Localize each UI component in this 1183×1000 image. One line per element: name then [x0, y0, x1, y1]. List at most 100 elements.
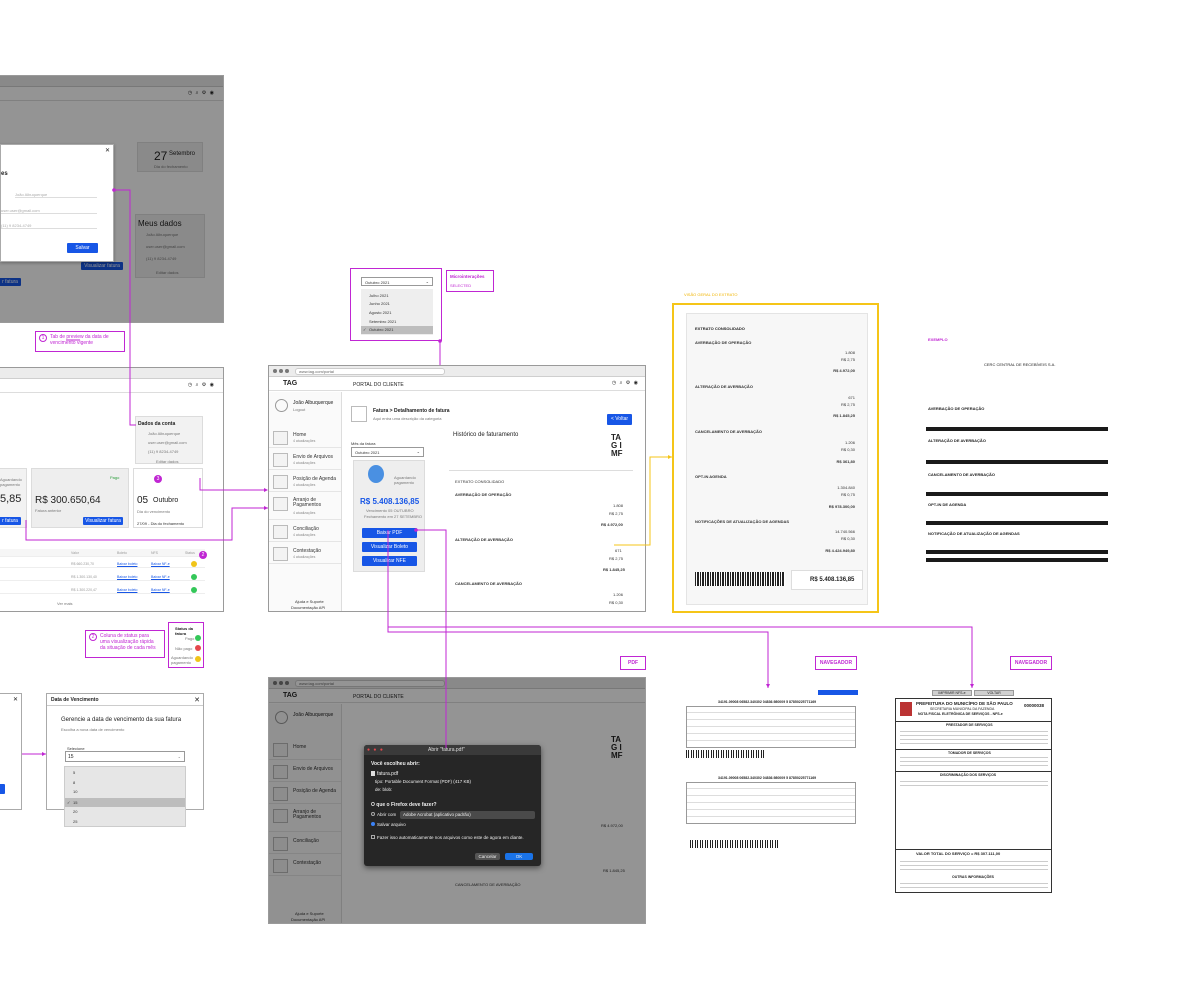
option[interactable]: 5 — [73, 770, 75, 775]
month-option[interactable]: Agosto 2021 — [369, 310, 391, 315]
extrato-doc: EXTRATO CONSOLIDADO AVERBAÇÃO DE OPERAÇÃ… — [686, 313, 868, 605]
account-email: user.user@gmail.com — [148, 440, 187, 445]
api-docs-link[interactable]: Documentação API — [291, 605, 325, 610]
sidebar-item-upload[interactable]: Envio de Arquivos 4 atualizações — [269, 450, 341, 470]
close-icon[interactable]: ✕ — [13, 696, 18, 703]
row-boleto-link[interactable]: Baixar boleto — [117, 588, 137, 592]
month-select[interactable]: Outubro 2021 ⌄ — [361, 277, 433, 286]
month-option-selected[interactable]: ✓ Outubro 2021 — [361, 326, 433, 334]
row-value: R$ 660.230,70 — [71, 562, 94, 566]
option-selected[interactable]: ✓ 15 — [65, 798, 185, 807]
month-select[interactable]: Outubro 2021 ⌄ — [351, 447, 424, 457]
portal-title: PORTAL DO CLIENTE — [353, 694, 404, 700]
sidebar-item-arranjo[interactable]: Arranjo de Pagamentos — [269, 806, 341, 832]
download-pdf-button[interactable]: Baixar PDF — [362, 528, 417, 538]
sidebar-item-contestacao[interactable]: Contestação — [269, 856, 341, 876]
view-nfe-button[interactable]: Visualizar NFE — [362, 556, 417, 566]
due-date-options: 5 8 10 ✓ 15 20 25 — [64, 766, 186, 827]
window-controls[interactable] — [273, 369, 289, 373]
option[interactable]: 10 — [73, 789, 77, 794]
sidebar-item-arranjo[interactable]: Arranjo de Pagamentos 4 atualizações — [269, 494, 341, 520]
row-boleto-link[interactable]: Baixar boleto — [117, 562, 137, 566]
nfe-discr: DISCRIMINAÇÃO DOS SERVIÇOS — [940, 773, 997, 777]
close-icon[interactable]: ✕ — [194, 696, 200, 704]
sidebar-item-agenda[interactable]: Posição de Agenda 4 atualizações — [269, 472, 341, 492]
dispute-icon — [273, 547, 288, 561]
save-button[interactable]: Salvar — [67, 243, 98, 253]
meus-dados-title: Meus dados — [138, 219, 182, 228]
save-file-radio[interactable] — [371, 822, 375, 826]
back-button[interactable]: < Voltar — [607, 414, 632, 425]
month-select-value: Outubro 2021 — [365, 280, 390, 285]
dialog-titlebar: ● ● ● Abrir "fatura.pdf" — [364, 745, 541, 755]
row-nfe-link[interactable]: Baixar NF-e — [151, 588, 170, 592]
option[interactable]: 25 — [73, 819, 77, 824]
toolbar-icons[interactable]: ◷ ⌕ ⚙ ◉ — [188, 382, 215, 388]
row-boleto-link[interactable]: Baixar boleto — [117, 575, 137, 579]
md-edit-link[interactable]: Editar dados — [156, 270, 178, 275]
nfe-lines — [900, 779, 1048, 789]
view-invoice-left-btn[interactable]: r fatura — [0, 517, 21, 525]
boleto-toolbar[interactable] — [818, 690, 858, 695]
help-link[interactable]: Ajuda e Suporte — [295, 911, 324, 916]
amount-left: 5,85 — [0, 493, 22, 505]
edit-data-link[interactable]: Editar dados — [156, 459, 178, 464]
col-status: Status — [185, 551, 195, 555]
row-nfe-link[interactable]: Baixar NF-e — [151, 562, 170, 566]
toolbar-icons[interactable]: ◷ ⌕ ⚙ ◉ — [188, 90, 215, 96]
sidebar-item-home[interactable]: Home 4 atualizações — [269, 428, 341, 448]
view-boleto-button[interactable]: Visualizar Boleto — [362, 542, 417, 552]
help-link[interactable]: Ajuda e Suporte — [295, 599, 324, 604]
date-caption: Dia do fechamento — [154, 164, 188, 169]
view-invoice-left[interactable]: r fatura — [0, 278, 21, 286]
month-options: Julho 2021 Junho 2021 Agosto 2021 Setemb… — [361, 289, 433, 335]
home-icon — [273, 743, 288, 757]
api-docs-link[interactable]: Documentação API — [291, 917, 325, 922]
v: R$ 0,30 — [840, 447, 855, 452]
month-option[interactable]: Junho 2021 — [369, 301, 390, 306]
section-title: ALTERAÇÃO DE AVERBAÇÃO — [455, 537, 513, 542]
nfe-print-button[interactable]: IMPRIMIR NFS-e — [932, 690, 972, 696]
close-icon[interactable]: ✕ — [105, 147, 110, 154]
option[interactable]: 20 — [73, 809, 77, 814]
field-name[interactable]: João Albuquerque — [15, 192, 97, 198]
sidebar-item-agenda[interactable]: Posição de Agenda — [269, 784, 341, 804]
page-icon — [351, 406, 367, 422]
cancel-button[interactable]: Cancelar — [475, 853, 500, 860]
sidebar-item-conciliacao[interactable]: Conciliação — [269, 834, 341, 854]
auto-checkbox[interactable] — [371, 835, 375, 839]
toolbar-icons[interactable]: ◷ ⌕ ⚙ ◉ — [612, 380, 639, 386]
nfe-lines — [900, 881, 1048, 891]
field-email[interactable]: user.user@gmail.com — [1, 208, 97, 214]
sidebar-label: Contestação — [293, 548, 322, 554]
note-preview-tab: 1 Tab de preview da data de vencimento v… — [35, 331, 125, 352]
field-phone[interactable]: (11) 9 8234-4749 — [1, 223, 97, 229]
window-controls[interactable] — [273, 681, 289, 685]
sidebar-item-upload[interactable]: Envio de Arquivos — [269, 762, 341, 782]
sidebar-item-home[interactable]: Home — [269, 740, 341, 760]
nfe-back-button[interactable]: VOLTAR — [974, 690, 1014, 696]
extrato-title: EXTRATO CONSOLIDADO — [455, 479, 505, 484]
address-bar[interactable]: www.tag.com/portal — [295, 680, 445, 687]
due-date-select[interactable]: 15 ⌄ — [65, 751, 185, 762]
option[interactable]: 8 — [73, 780, 75, 785]
see-more-link[interactable]: Ver mais — [57, 601, 73, 606]
extrato-frame: EXTRATO CONSOLIDADO AVERBAÇÃO DE OPERAÇÃ… — [672, 303, 879, 613]
view-invoice-btn[interactable]: Visualizar fatura — [83, 517, 123, 525]
open-with-radio[interactable] — [371, 812, 375, 816]
row-nfe-link[interactable]: Baixar NF-e — [151, 575, 170, 579]
app-select[interactable]: Adobe Acrobat (aplicativo padrão) — [400, 811, 535, 819]
status-green-dot — [191, 587, 197, 593]
view-invoice-right[interactable]: Visualizar fatura — [81, 262, 123, 270]
month-option[interactable]: Setembro 2021 — [369, 319, 396, 324]
sidebar-item-contestacao[interactable]: Contestação 4 atualizações — [269, 544, 341, 564]
month-option[interactable]: Julho 2021 — [369, 293, 389, 298]
table-header: Valor Boleto NFS Status — [0, 549, 205, 557]
logout-link[interactable]: Logout — [293, 407, 305, 412]
confirm-button-left[interactable] — [0, 784, 5, 794]
nfe-title: PREFEITURA DO MUNICÍPIO DE SÃO PAULO — [916, 701, 1013, 706]
dialog-traffic-lights[interactable]: ● ● ● — [367, 747, 384, 753]
address-bar[interactable]: www.tag.com/portal — [295, 368, 445, 375]
sidebar-item-conciliacao[interactable]: Conciliação 4 atualizações — [269, 522, 341, 542]
ok-button[interactable]: OK — [505, 853, 533, 860]
